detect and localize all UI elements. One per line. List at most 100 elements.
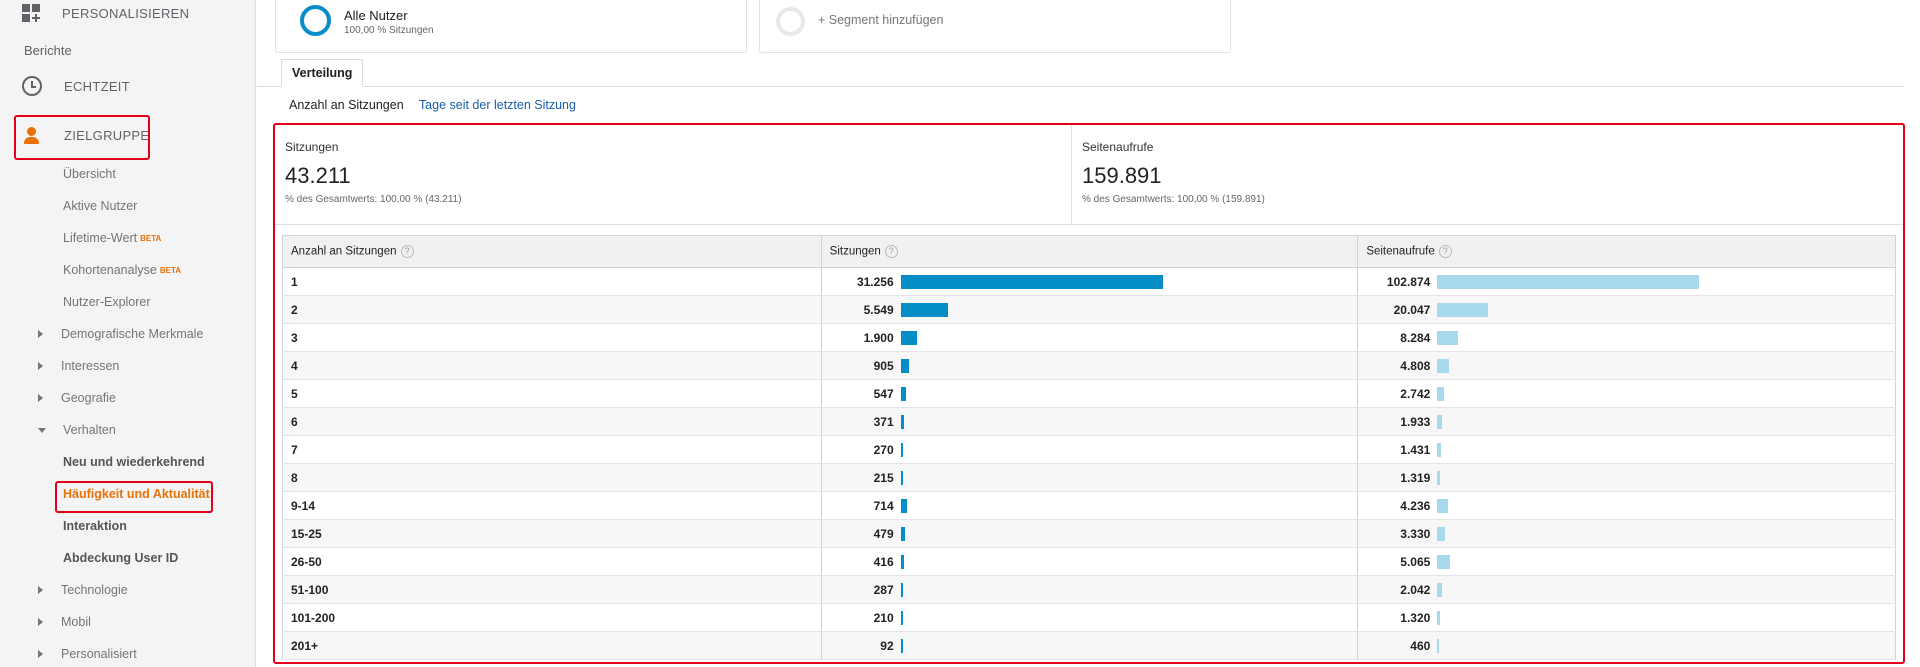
scorecard-value: 159.891 — [1082, 163, 1162, 188]
expand-arrow-icon — [38, 650, 43, 658]
sidebar-group-demografie[interactable]: Demografische Merkmale — [0, 321, 256, 347]
sidebar-item-aktive-nutzer[interactable]: Aktive Nutzer — [0, 193, 256, 219]
cell-dimension: 5 — [282, 379, 822, 408]
tab-verteilung[interactable]: Verteilung — [281, 59, 364, 87]
cell-seitenaufrufe: 20.047 — [1357, 295, 1896, 324]
segment-subtitle: 100,00 % Sitzungen — [344, 25, 434, 36]
value-sitzungen: 1.900 — [863, 331, 894, 345]
cell-dimension: 9-14 — [282, 491, 822, 520]
help-icon[interactable]: ? — [400, 245, 414, 258]
table-row: 26-50 416 5.065 — [282, 547, 1896, 576]
sidebar-group-personalisiert[interactable]: Personalisiert — [0, 641, 256, 667]
table-row: 1 31.256 102.874 — [282, 267, 1896, 296]
subtab-anzahl-sitzungen[interactable]: Anzahl an Sitzungen — [289, 98, 404, 112]
scorecard-seitenaufrufe: Seitenaufrufe 159.891 % des Gesamtwerts:… — [1071, 125, 1851, 225]
value-seitenaufrufe: 102.874 — [1386, 275, 1431, 289]
sidebar-item-personalisieren[interactable]: PERSONALISIEREN — [0, 0, 256, 26]
sidebar-group-verhalten[interactable]: Verhalten — [0, 417, 256, 443]
report-panel-highlight: Sitzungen 43.211 % des Gesamtwerts: 100,… — [273, 123, 1905, 664]
column-header-anzahl-sitzungen[interactable]: Anzahl an Sitzungen? — [282, 235, 822, 268]
sidebar-group-mobil[interactable]: Mobil — [0, 609, 256, 635]
sidebar-item-ubersicht[interactable]: Übersicht — [0, 161, 256, 187]
cell-seitenaufrufe: 1.431 — [1357, 435, 1896, 464]
expand-arrow-icon — [38, 618, 43, 626]
value-sitzungen: 416 — [873, 555, 894, 569]
value-seitenaufrufe: 460 — [1410, 639, 1431, 653]
dashboard-add-icon — [22, 4, 40, 22]
value-seitenaufrufe: 1.320 — [1400, 611, 1431, 625]
cell-seitenaufrufe: 1.320 — [1357, 603, 1896, 632]
bar-seitenaufrufe — [1437, 611, 1441, 625]
add-segment-card[interactable]: + Segment hinzufügen — [759, 0, 1231, 53]
cell-seitenaufrufe: 3.330 — [1357, 519, 1896, 548]
cell-dimension: 6 — [282, 407, 822, 436]
cell-seitenaufrufe: 1.319 — [1357, 463, 1896, 492]
expand-arrow-icon — [38, 586, 43, 594]
cell-dimension: 201+ — [282, 631, 822, 660]
cell-dimension: 4 — [282, 351, 822, 380]
cell-sitzungen: 416 — [820, 547, 1359, 576]
table-row: 4 905 4.808 — [282, 351, 1896, 380]
table-row: 9-14 714 4.236 — [282, 491, 1896, 520]
sidebar-item-lifetime-wert[interactable]: Lifetime-Wert BETA — [0, 225, 256, 251]
cell-dimension: 1 — [282, 267, 822, 296]
cell-dimension: 101-200 — [282, 603, 822, 632]
tab-divider — [257, 86, 1904, 87]
cell-sitzungen: 270 — [820, 435, 1359, 464]
table-row: 2 5.549 20.047 — [282, 295, 1896, 324]
cell-seitenaufrufe: 2.742 — [1357, 379, 1896, 408]
bar-sitzungen — [900, 555, 904, 569]
expand-arrow-icon — [38, 394, 43, 402]
segment-card-alle-nutzer[interactable]: Alle Nutzer 100,00 % Sitzungen — [275, 0, 747, 53]
table-row: 8 215 1.319 — [282, 463, 1896, 492]
segment-ring-icon — [300, 5, 331, 36]
beta-badge: BETA — [140, 233, 162, 243]
value-seitenaufrufe: 2.042 — [1400, 583, 1431, 597]
cell-seitenaufrufe: 460 — [1357, 631, 1896, 660]
bar-sitzungen — [900, 611, 903, 625]
subtab-tage-seit-letzter-sitzung[interactable]: Tage seit der letzten Sitzung — [419, 98, 576, 112]
sidebar-group-technologie[interactable]: Technologie — [0, 577, 256, 603]
table-row: 5 547 2.742 — [282, 379, 1896, 408]
table-row: 6 371 1.933 — [282, 407, 1896, 436]
column-header-seitenaufrufe[interactable]: Seitenaufrufe? — [1357, 235, 1896, 268]
header-label: Sitzungen — [829, 245, 881, 258]
sidebar-item-label: Demografische Merkmale — [61, 327, 204, 341]
help-icon[interactable]: ? — [1438, 245, 1452, 258]
bar-seitenaufrufe — [1437, 331, 1459, 345]
sidebar-item-kohortenanalyse[interactable]: Kohortenanalyse BETA — [0, 257, 256, 283]
bar-sitzungen — [900, 499, 907, 513]
cell-dimension: 7 — [282, 435, 822, 464]
help-icon[interactable]: ? — [884, 245, 898, 258]
cell-dimension: 26-50 — [282, 547, 822, 576]
clock-icon — [22, 76, 42, 96]
value-sitzungen: 371 — [873, 415, 894, 429]
value-seitenaufrufe: 5.065 — [1400, 555, 1431, 569]
sidebar-item-label: ECHTZEIT — [64, 78, 130, 94]
value-seitenaufrufe: 8.284 — [1400, 331, 1431, 345]
value-sitzungen: 287 — [873, 583, 894, 597]
sidebar-item-interaktion[interactable]: Interaktion — [0, 513, 256, 539]
segment-title: Alle Nutzer — [344, 8, 408, 23]
cell-sitzungen: 547 — [820, 379, 1359, 408]
data-table: Anzahl an Sitzungen? Sitzungen? Seitenau… — [282, 235, 1896, 660]
highlight-box-zielgruppe — [14, 115, 150, 160]
cell-dimension: 51-100 — [282, 575, 822, 604]
column-header-sitzungen[interactable]: Sitzungen? — [820, 235, 1359, 268]
sidebar-item-abdeckung-user-id[interactable]: Abdeckung User ID — [0, 545, 256, 571]
cell-dimension: 3 — [282, 323, 822, 352]
sidebar-group-interessen[interactable]: Interessen — [0, 353, 256, 379]
cell-seitenaufrufe: 4.236 — [1357, 491, 1896, 520]
value-sitzungen: 547 — [873, 387, 894, 401]
table-row: 7 270 1.431 — [282, 435, 1896, 464]
cell-sitzungen: 287 — [820, 575, 1359, 604]
sidebar-item-nutzer-explorer[interactable]: Nutzer-Explorer — [0, 289, 256, 315]
cell-seitenaufrufe: 2.042 — [1357, 575, 1896, 604]
sidebar-item-neu-wiederkehrend[interactable]: Neu und wiederkehrend — [0, 449, 256, 475]
sidebar-group-geografie[interactable]: Geografie — [0, 385, 256, 411]
collapse-arrow-icon — [38, 427, 46, 433]
cell-dimension: 2 — [282, 295, 822, 324]
beta-badge: BETA — [159, 265, 182, 275]
bar-sitzungen — [900, 443, 903, 457]
sidebar-item-echtzeit[interactable]: ECHTZEIT — [0, 71, 256, 101]
